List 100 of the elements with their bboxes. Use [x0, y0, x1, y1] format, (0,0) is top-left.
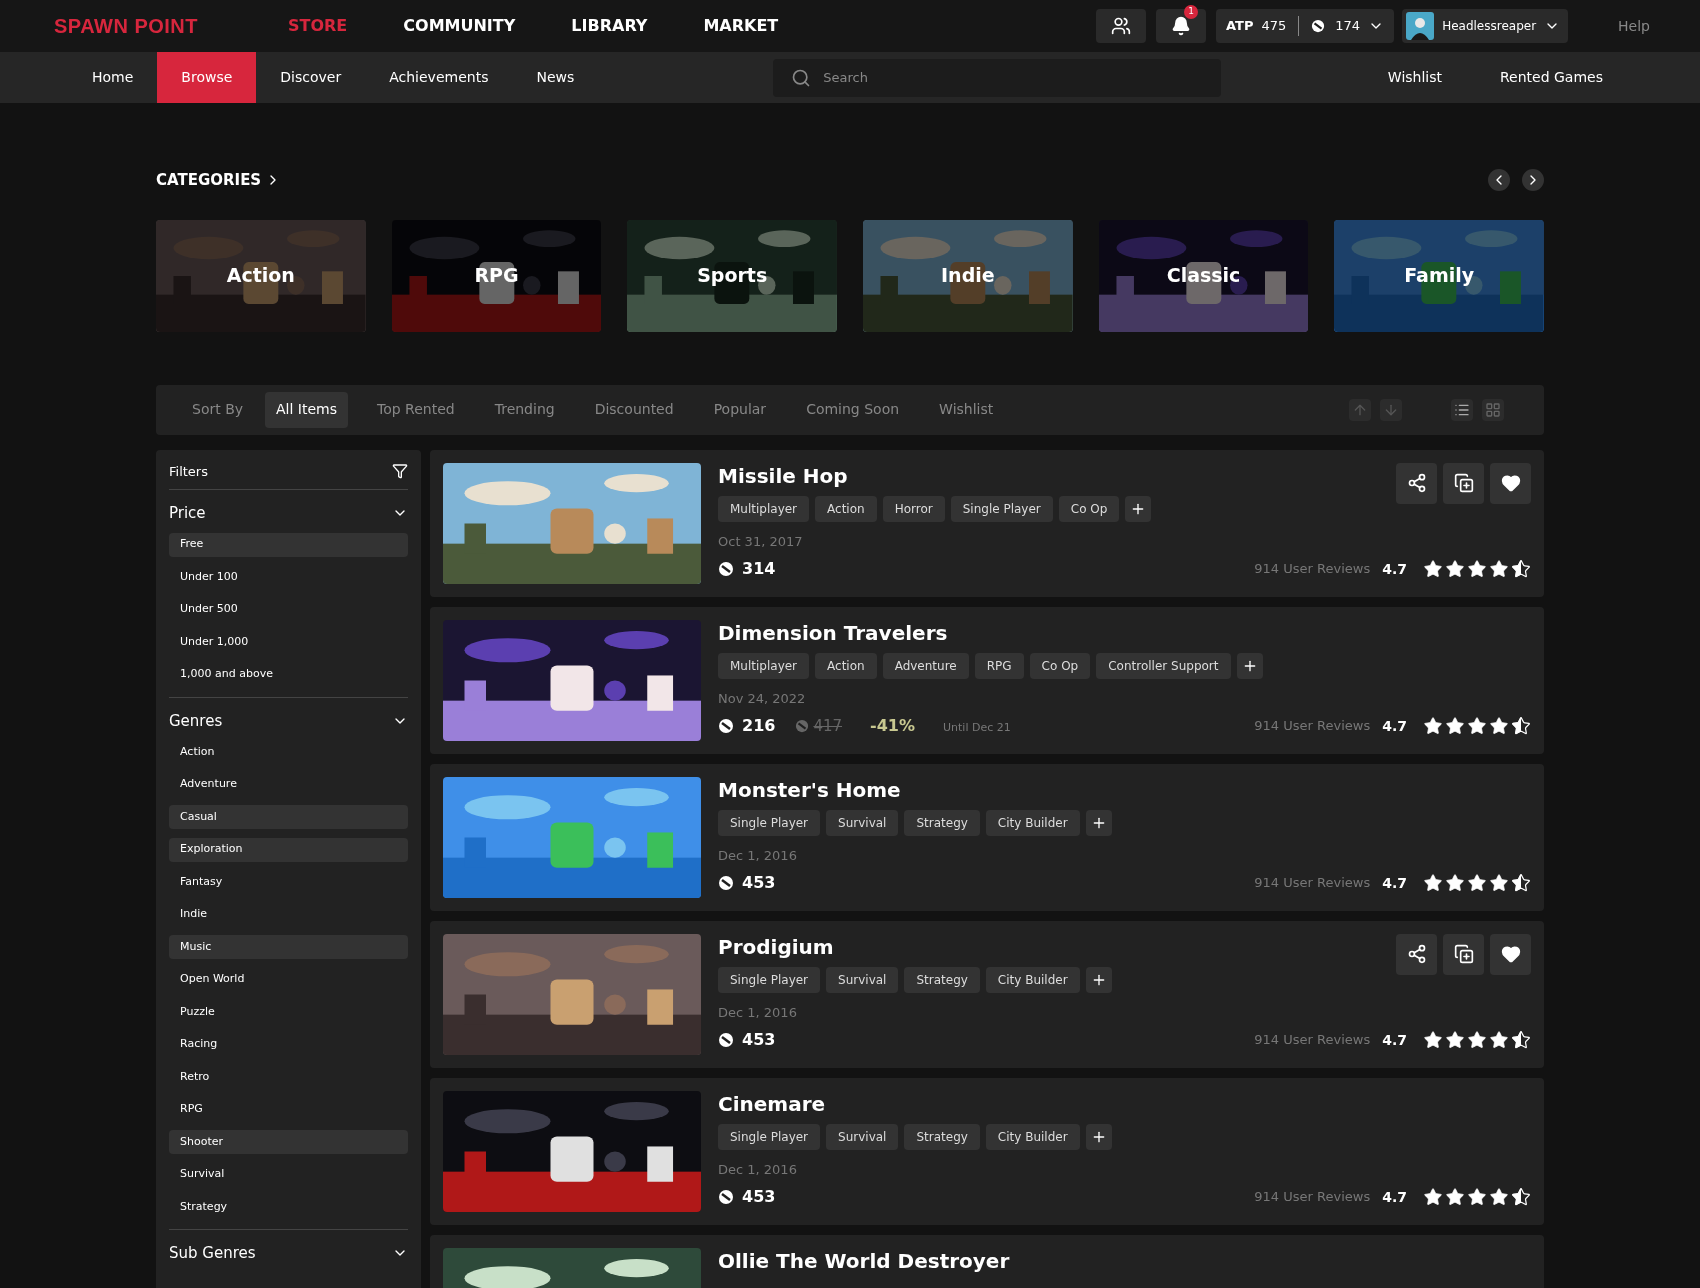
game-title[interactable]: Cinemare [718, 1090, 1112, 1117]
sort-tab[interactable]: Trending [483, 391, 566, 428]
wishlist-button[interactable] [1490, 462, 1531, 504]
tag[interactable]: Strategy [904, 809, 980, 836]
tag[interactable]: Single Player [718, 809, 821, 836]
filter-option[interactable]: Indie [169, 902, 408, 927]
add-tag-button[interactable] [1236, 652, 1263, 679]
tag[interactable]: Action [815, 652, 877, 679]
filter-option[interactable]: Shooter [169, 1130, 408, 1154]
filter-option[interactable]: Exploration [169, 837, 408, 862]
sub-nav-link[interactable]: Achievements [365, 52, 513, 103]
search-field[interactable]: Search [773, 58, 1222, 97]
filter-section-title[interactable]: Sub Genres [169, 1242, 256, 1265]
tag[interactable]: City Builder [985, 809, 1080, 836]
filter-option[interactable]: Open World [169, 967, 408, 992]
sub-nav-link[interactable]: News [512, 52, 599, 103]
tag[interactable]: Action [815, 495, 877, 522]
grid-view-button[interactable] [1482, 398, 1504, 421]
filter-option[interactable]: Under 100 [169, 565, 408, 589]
category-tile[interactable]: Family [1334, 219, 1545, 332]
user-menu[interactable]: Headlessreaper [1402, 9, 1569, 43]
sub-nav-link[interactable]: Home [68, 52, 158, 103]
game-card[interactable]: Dimension Travelers Multiplayer Action Adventure RPG Co Op Controller Support Nov 24, 2022 216 417 -41% Until Dec 21 914 User Reviews 4.7 [430, 606, 1544, 754]
add-tag-button[interactable] [1085, 1123, 1112, 1150]
add-tag-button[interactable] [1085, 966, 1112, 993]
tag[interactable]: Multiplayer [718, 495, 810, 522]
game-title[interactable]: Missile Hop [718, 462, 1152, 489]
tag[interactable]: Strategy [904, 1123, 980, 1150]
game-title[interactable]: Dimension Travelers [718, 619, 1263, 646]
tag[interactable]: Co Op [1029, 652, 1091, 679]
category-tile[interactable]: Indie [863, 219, 1073, 332]
filter-option[interactable]: Music [169, 935, 408, 959]
filter-section-title[interactable]: Genres [169, 709, 223, 732]
game-card[interactable]: Missile Hop Multiplayer Action Horror Single Player Co Op Oct 31, 2017 314 914 User Reviews 4.7 [430, 449, 1544, 597]
game-card[interactable]: Prodigium Single Player Survival Strategy City Builder Dec 1, 2016 453 914 User Reviews 4.7 [430, 920, 1544, 1068]
tag[interactable]: Strategy [904, 966, 980, 993]
filter-option[interactable]: Racing [169, 1032, 408, 1057]
filter-option[interactable]: Puzzle [169, 1000, 408, 1024]
tag[interactable]: City Builder [985, 966, 1080, 993]
game-title[interactable]: Monster's Home [718, 776, 1112, 803]
list-view-button[interactable] [1451, 398, 1473, 421]
game-card[interactable]: Ollie The World Destroyer [430, 1234, 1544, 1288]
sub-nav-link[interactable]: Rented Games [1471, 67, 1632, 88]
tag[interactable]: Co Op [1058, 495, 1120, 522]
sub-nav-link[interactable]: Browse [157, 52, 257, 103]
filter-option[interactable]: Under 500 [169, 597, 408, 622]
categories-heading[interactable]: CATEGORIES [156, 169, 262, 192]
sort-tab[interactable]: All Items [265, 391, 349, 428]
game-card[interactable]: Cinemare Single Player Survival Strategy City Builder Dec 1, 2016 453 914 User Reviews 4.7 [430, 1077, 1544, 1225]
filter-option[interactable]: Retro [169, 1065, 408, 1089]
tag[interactable]: City Builder [985, 1123, 1080, 1150]
tag[interactable]: Multiplayer [718, 652, 810, 679]
add-to-library-button[interactable] [1443, 933, 1484, 975]
tag[interactable]: Survival [826, 1123, 899, 1150]
category-tile[interactable]: Classic [1098, 219, 1309, 332]
filter-option[interactable]: RPG [169, 1097, 408, 1122]
filter-option[interactable]: Strategy [169, 1195, 408, 1219]
sort-tab[interactable]: Discounted [583, 391, 685, 428]
nav-link[interactable]: COMMUNITY [403, 14, 516, 38]
tag[interactable]: RPG [974, 652, 1024, 679]
filter-option[interactable]: Action [169, 740, 408, 764]
filter-option[interactable]: Casual [169, 805, 408, 829]
nav-link[interactable]: MARKET [703, 14, 779, 38]
category-tile[interactable]: Action [156, 219, 366, 332]
add-to-library-button[interactable] [1443, 462, 1484, 504]
tag[interactable]: Survival [826, 966, 899, 993]
game-title[interactable]: Prodigium [718, 933, 1112, 960]
filter-option[interactable]: Fantasy [169, 870, 408, 894]
sort-tab[interactable]: Top Rented [366, 391, 466, 428]
tag[interactable]: Adventure [882, 652, 969, 679]
next-button[interactable] [1522, 169, 1544, 192]
game-card[interactable]: Monster's Home Single Player Survival Strategy City Builder Dec 1, 2016 453 914 User Reviews 4.7 [430, 763, 1544, 911]
add-tag-button[interactable] [1085, 809, 1112, 836]
tag[interactable]: Survival [826, 809, 899, 836]
tag[interactable]: Single Player [718, 1123, 821, 1150]
tag[interactable]: Single Player [950, 495, 1053, 522]
sub-nav-link[interactable]: Discover [256, 52, 366, 103]
help-link[interactable]: Help [1618, 15, 1650, 37]
search-input[interactable]: Search [823, 67, 1204, 88]
filter-section-title[interactable]: Price [169, 502, 206, 525]
sort-tab[interactable]: Popular [702, 391, 778, 428]
tag[interactable]: Controller Support [1096, 652, 1231, 679]
wishlist-button[interactable] [1490, 933, 1531, 975]
wallet-panel[interactable]: ATP 475 174 [1216, 9, 1395, 43]
category-tile[interactable]: Sports [627, 219, 837, 332]
friends-button[interactable] [1096, 9, 1147, 43]
nav-link[interactable]: STORE [288, 14, 348, 38]
previous-button[interactable] [1488, 169, 1510, 192]
add-tag-button[interactable] [1125, 495, 1152, 522]
share-button[interactable] [1396, 462, 1437, 504]
filter-option[interactable]: Survival [169, 1162, 408, 1187]
filter-option[interactable]: 1,000 and above [169, 662, 408, 687]
sub-nav-link[interactable]: Wishlist [1358, 67, 1471, 88]
logo[interactable]: SPAWN POINT [54, 11, 232, 41]
sort-tab[interactable]: Wishlist [928, 391, 1005, 428]
filter-option[interactable]: Free [169, 532, 408, 557]
tag[interactable]: Horror [882, 495, 945, 522]
game-title[interactable]: Ollie The World Destroyer [718, 1247, 1010, 1274]
tag[interactable]: Single Player [718, 966, 821, 993]
nav-link[interactable]: LIBRARY [571, 14, 648, 38]
